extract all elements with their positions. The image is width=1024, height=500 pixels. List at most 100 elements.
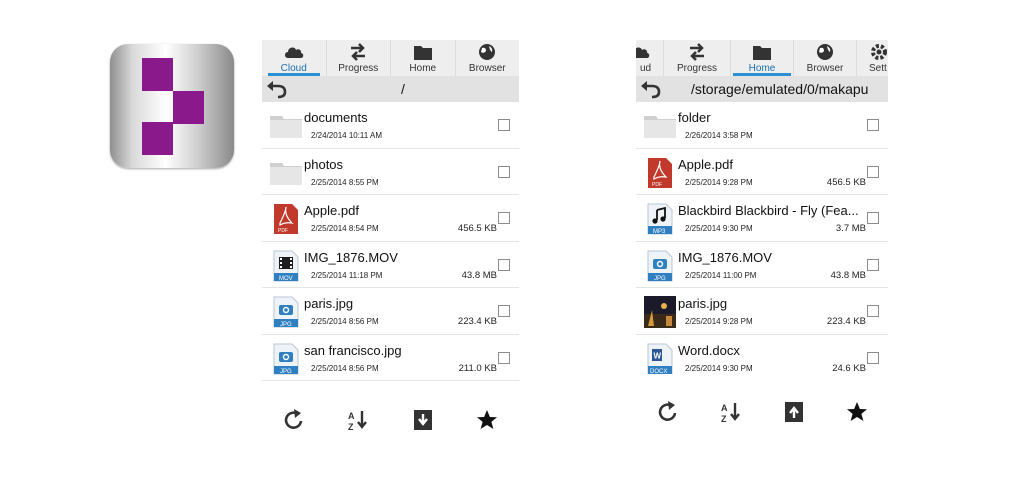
left-phone-screen: Cloud Progress Home Browser / documents … <box>262 40 519 448</box>
select-checkbox[interactable] <box>867 305 879 317</box>
select-checkbox[interactable] <box>867 212 879 224</box>
select-checkbox[interactable] <box>867 119 879 131</box>
folder-icon <box>731 43 793 63</box>
select-checkbox[interactable] <box>867 165 879 178</box>
file-date: 2/25/2014 8:55 PM <box>311 177 379 187</box>
svg-text:Z: Z <box>348 422 354 432</box>
file-size: 456.5 KB <box>826 176 866 188</box>
file-list: documents 2/24/2014 10:11 AM photos 2/25… <box>262 102 519 382</box>
tab-label: Sett <box>869 63 887 74</box>
refresh-icon[interactable] <box>655 399 681 425</box>
file-size: 223.4 KB <box>826 316 866 327</box>
svg-text:Z: Z <box>721 414 727 424</box>
pdf-file-icon: PDF <box>644 157 676 189</box>
list-item[interactable]: PDF Apple.pdf 2/25/2014 9:28 PM 456.5 KB <box>636 149 888 195</box>
jpg-file-icon: JPG <box>270 296 302 328</box>
list-item[interactable]: JPG paris.jpg 2/25/2014 8:56 PM 223.4 KB <box>262 288 519 335</box>
file-name: photos <box>304 156 344 172</box>
tab-progress[interactable]: Progress <box>327 40 391 76</box>
file-name: folder <box>678 110 711 125</box>
list-item[interactable]: documents 2/24/2014 10:11 AM <box>262 102 519 149</box>
list-item[interactable]: PDF Apple.pdf 2/25/2014 8:54 PM 456.5 KB <box>262 195 519 242</box>
current-path: / <box>401 81 405 97</box>
select-checkbox[interactable] <box>498 212 510 224</box>
star-icon[interactable] <box>474 407 500 433</box>
file-name: Word.docx <box>678 342 740 358</box>
globe-icon <box>456 43 520 63</box>
file-date: 2/24/2014 10:11 AM <box>311 131 383 140</box>
file-name: IMG_1876.MOV <box>678 249 772 265</box>
back-arrow-icon[interactable] <box>640 79 662 99</box>
tab-progress[interactable]: Progress <box>664 40 731 76</box>
star-icon[interactable] <box>844 399 870 425</box>
folder-icon <box>391 43 455 63</box>
download-icon[interactable] <box>410 407 436 433</box>
tab-label: Browser <box>468 63 506 74</box>
transfer-arrows-icon <box>327 43 391 63</box>
list-item[interactable]: photos 2/25/2014 8:55 PM <box>262 149 519 195</box>
list-item[interactable]: JPG IMG_1876.MOV 2/25/2014 11:00 PM 43.8… <box>636 242 888 288</box>
tab-label: Browser <box>806 63 844 74</box>
select-checkbox[interactable] <box>498 165 510 178</box>
tab-cloud[interactable]: Cloud <box>262 40 327 76</box>
svg-text:DOCX: DOCX <box>650 369 667 375</box>
file-date: 2/25/2014 9:28 PM <box>685 177 753 187</box>
path-bar: /storage/emulated/0/makapu <box>636 76 888 102</box>
file-name: paris.jpg <box>678 296 728 311</box>
tab-label: Progress <box>338 63 379 74</box>
pdf-file-icon: PDF <box>270 203 302 235</box>
tab-home[interactable]: Home <box>731 40 794 76</box>
refresh-icon[interactable] <box>281 407 307 433</box>
tab-cloud[interactable]: ud <box>636 40 664 76</box>
file-name: paris.jpg <box>304 296 354 311</box>
file-size: 223.4 KB <box>457 316 497 327</box>
file-date: 2/25/2014 11:18 PM <box>311 270 383 280</box>
folder-icon <box>270 110 302 142</box>
select-checkbox[interactable] <box>498 258 510 271</box>
path-bar: / <box>262 76 519 102</box>
svg-text:JPG: JPG <box>280 369 292 375</box>
mov-file-icon: MOV <box>270 250 302 282</box>
list-item[interactable]: W DOCX Word.docx 2/25/2014 9:30 PM 24.6 K… <box>636 335 888 375</box>
cloud-icon <box>262 43 326 63</box>
file-size: 211.0 KB <box>458 362 497 374</box>
select-checkbox[interactable] <box>498 119 510 131</box>
file-date: 2/25/2014 9:28 PM <box>685 317 753 326</box>
svg-text:PDF: PDF <box>278 228 288 234</box>
list-item[interactable]: folder 2/26/2014 3:58 PM <box>636 102 888 149</box>
list-item[interactable]: MOV IMG_1876.MOV 2/25/2014 11:18 PM 43.8… <box>262 242 519 288</box>
svg-text:W: W <box>654 351 662 360</box>
file-date: 2/25/2014 11:00 PM <box>685 270 757 280</box>
list-item[interactable]: MP3 Blackbird Blackbird - Fly (Fea... 2/… <box>636 195 888 242</box>
file-date: 2/26/2014 3:58 PM <box>685 131 753 140</box>
select-checkbox[interactable] <box>867 258 879 271</box>
current-path: /storage/emulated/0/makapu <box>691 81 869 97</box>
mp3-file-icon: MP3 <box>644 203 676 235</box>
globe-icon <box>794 43 856 63</box>
file-date: 2/25/2014 8:56 PM <box>311 363 379 373</box>
bottom-action-bar: AZ <box>636 390 888 434</box>
sort-icon[interactable]: AZ <box>345 407 371 433</box>
tab-label: Progress <box>676 63 717 74</box>
jpg-file-icon: JPG <box>644 250 676 282</box>
upload-icon[interactable] <box>781 399 807 425</box>
select-checkbox[interactable] <box>498 305 510 317</box>
cloud-icon <box>636 43 663 63</box>
select-checkbox[interactable] <box>498 351 510 364</box>
select-checkbox[interactable] <box>867 351 879 364</box>
file-date: 2/25/2014 8:54 PM <box>311 224 379 233</box>
file-date: 2/25/2014 8:56 PM <box>311 317 379 326</box>
tab-browser[interactable]: Browser <box>456 40 520 76</box>
file-date: 2/25/2014 9:30 PM <box>685 363 753 373</box>
tab-browser[interactable]: Browser <box>794 40 857 76</box>
file-date: 2/25/2014 9:30 PM <box>685 224 753 233</box>
list-item[interactable]: paris.jpg 2/25/2014 9:28 PM 223.4 KB <box>636 288 888 335</box>
tab-home[interactable]: Home <box>391 40 456 76</box>
sort-icon[interactable]: AZ <box>718 399 744 425</box>
back-arrow-icon[interactable] <box>266 79 288 99</box>
file-size: 24.6 KB <box>832 362 866 374</box>
svg-text:MP3: MP3 <box>653 229 666 235</box>
tab-settings[interactable]: Sett <box>857 40 888 76</box>
list-item[interactable]: JPG san francisco.jpg 2/25/2014 8:56 PM … <box>262 335 519 381</box>
svg-text:JPG: JPG <box>280 322 292 328</box>
